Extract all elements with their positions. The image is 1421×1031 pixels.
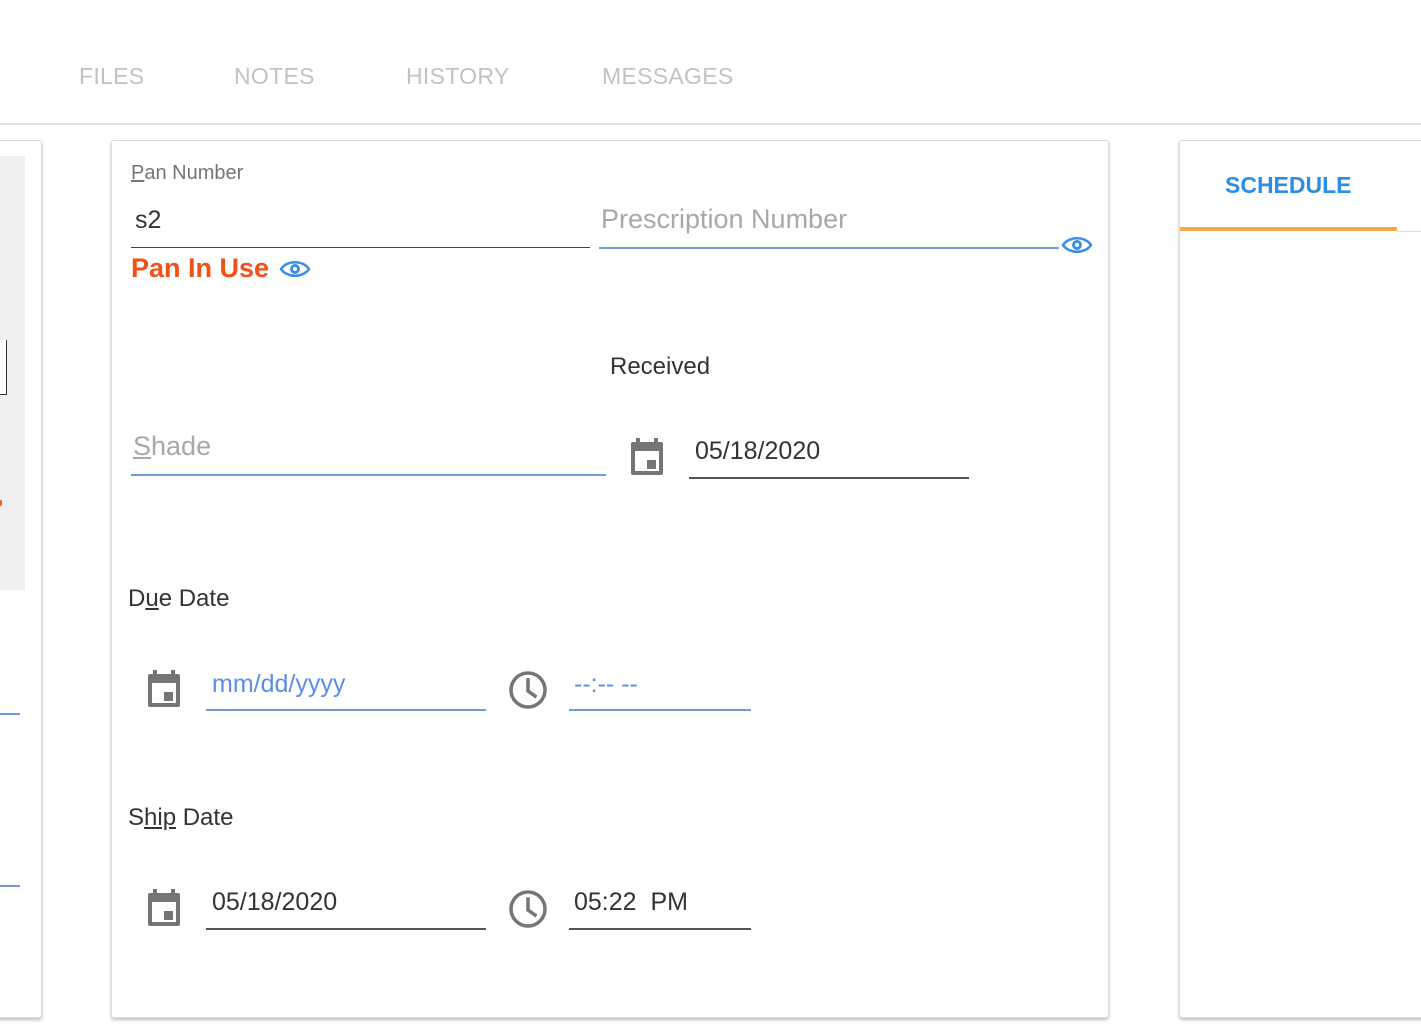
shade-input[interactable]: Shade (133, 431, 211, 462)
due-date-input[interactable]: mm/dd/yyyy (212, 670, 345, 699)
ship-date-label: Ship Date (128, 804, 234, 831)
pan-number-input[interactable]: s2 (135, 206, 161, 235)
received-label: Received (610, 353, 711, 380)
active-tab-indicator (1180, 227, 1397, 231)
received-date-underline (689, 477, 969, 479)
due-date-label: Due Date (128, 585, 230, 612)
eye-icon[interactable] (279, 259, 311, 279)
due-time-underline (569, 709, 751, 711)
ship-time-input[interactable]: 05:22 PM (574, 888, 688, 917)
tab-messages[interactable]: MESSAGES (602, 63, 734, 90)
received-date-input[interactable]: 05/18/2020 (695, 437, 820, 466)
pan-number-underline (131, 247, 590, 248)
calendar-icon[interactable] (146, 669, 182, 709)
left-panel-input-underline[interactable] (0, 713, 20, 715)
due-time-input[interactable]: --:-- -- (574, 670, 638, 699)
prescription-number-underline (599, 247, 1059, 249)
due-date-underline (206, 709, 486, 711)
prescription-number-input[interactable]: Prescription Number (601, 204, 847, 235)
tab-history[interactable]: HISTORY (406, 63, 510, 90)
tab-divider (1397, 231, 1421, 232)
tab-schedule[interactable]: SCHEDULE (1225, 172, 1352, 199)
clock-icon[interactable] (508, 670, 548, 710)
shade-underline (131, 474, 606, 476)
calendar-icon[interactable] (629, 437, 665, 477)
ship-date-input[interactable]: 05/18/2020 (212, 888, 337, 917)
ship-time-underline (569, 928, 751, 930)
eye-icon[interactable] (1061, 235, 1093, 255)
left-panel-field[interactable] (0, 340, 7, 395)
tab-files[interactable]: FILES (79, 63, 144, 90)
ship-date-underline (206, 928, 486, 930)
pan-in-use-error: Pan In Use (131, 253, 270, 283)
schedule-panel-card (1179, 140, 1421, 1018)
tab-notes[interactable]: NOTES (234, 63, 315, 90)
clock-icon[interactable] (508, 889, 548, 929)
calendar-icon[interactable] (146, 888, 182, 928)
pan-number-label: Pan Number (131, 162, 244, 184)
left-panel-input-underline[interactable] (0, 885, 20, 887)
